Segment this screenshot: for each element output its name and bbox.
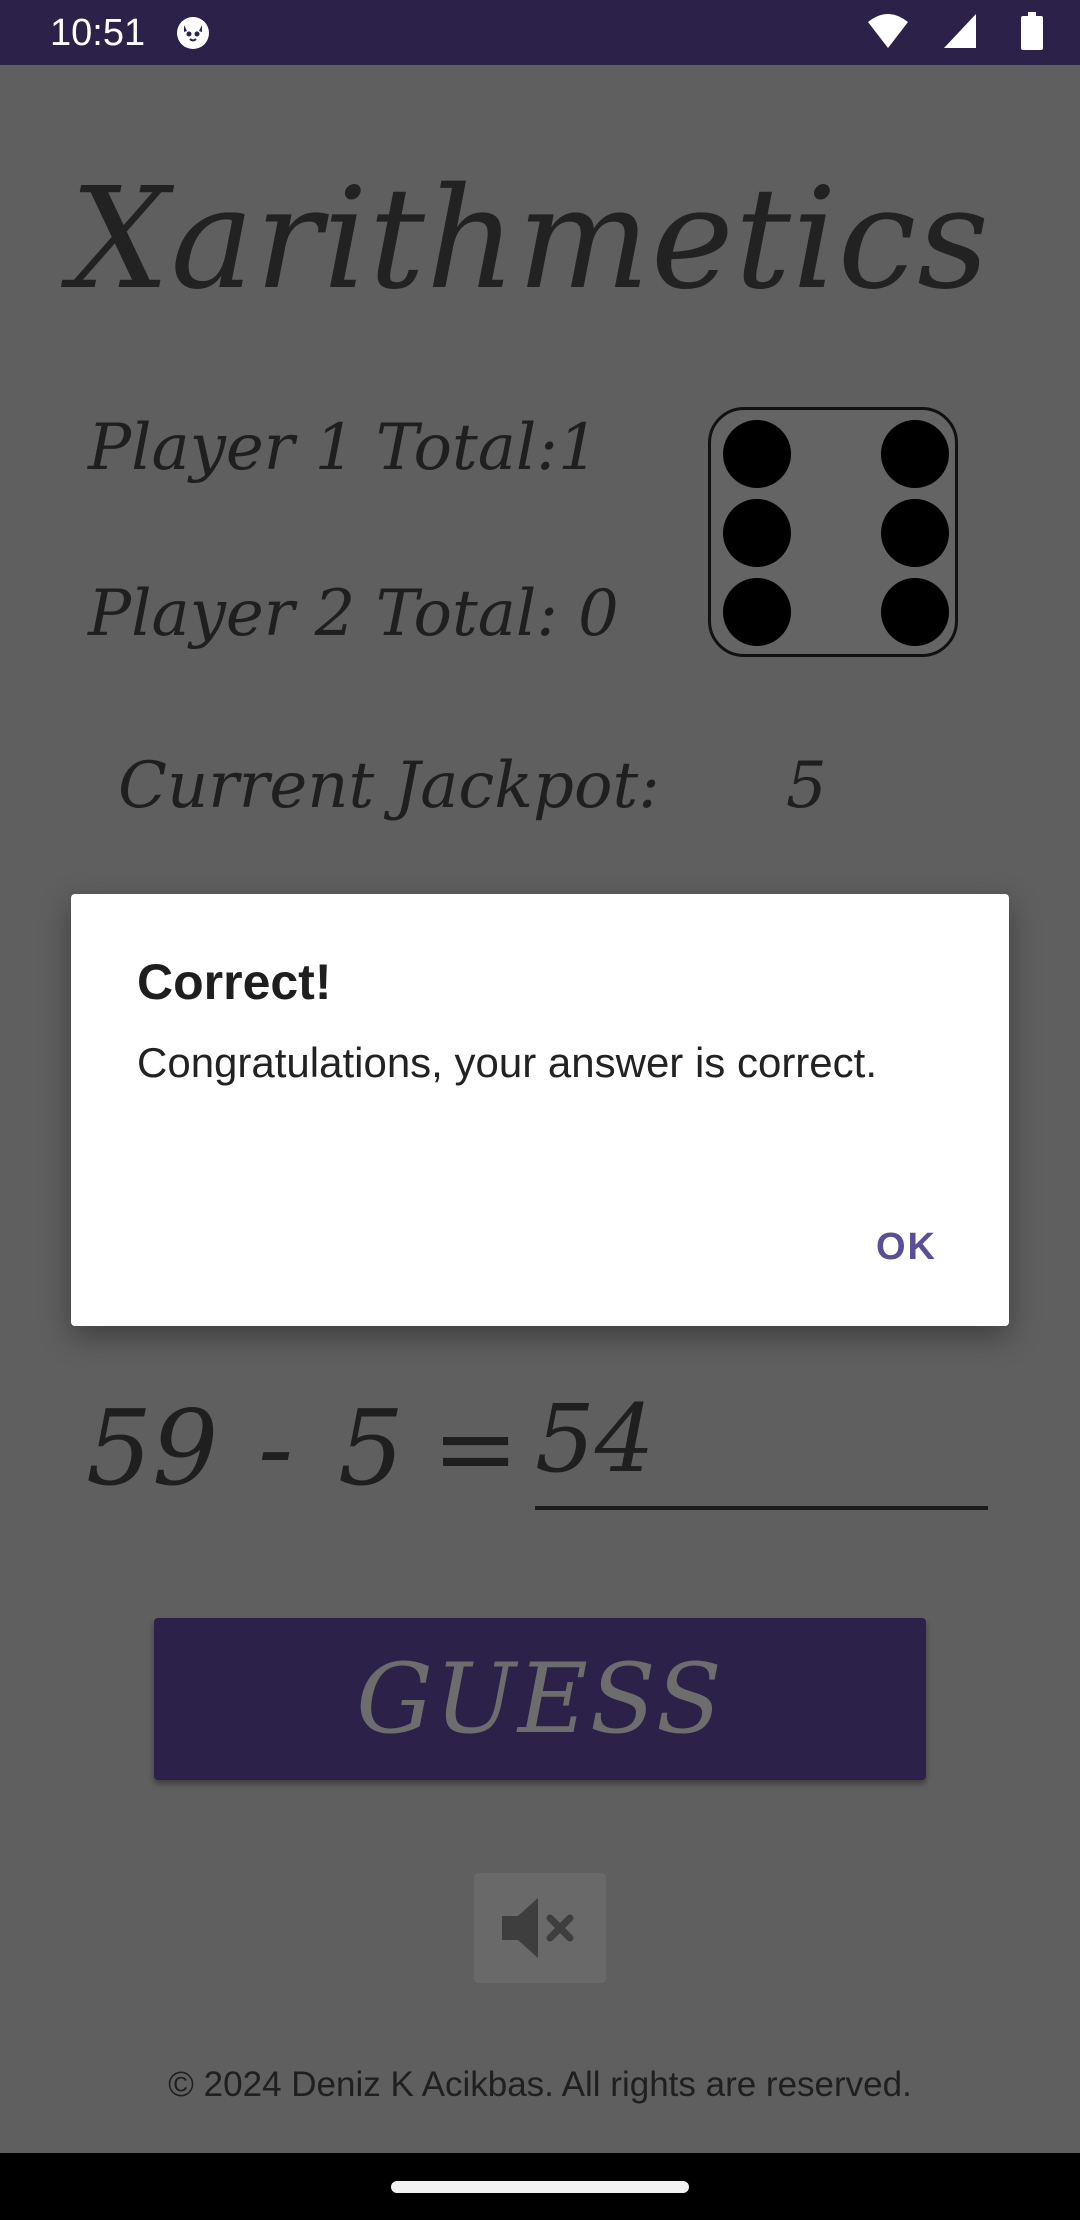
- cellular-signal-icon: [944, 14, 976, 48]
- die-pip: [881, 499, 949, 567]
- current-jackpot-value: 5: [786, 749, 827, 823]
- dialog-title: Correct!: [137, 954, 332, 1010]
- status-bar: 10:51: [0, 0, 1080, 65]
- die-pip: [723, 499, 791, 567]
- die-pip: [881, 578, 949, 646]
- copyright-footer: © 2024 Deniz K Acikbas. All rights are r…: [168, 2065, 912, 2104]
- die-six-icon: [708, 407, 958, 657]
- equation-operator: -: [258, 1387, 294, 1509]
- cat-icon: [177, 17, 209, 49]
- wifi-icon: [868, 14, 908, 48]
- dialog-ok-button[interactable]: OK: [872, 1224, 941, 1270]
- answer-input[interactable]: 54: [535, 1384, 655, 1496]
- equation-left-operand: 59: [86, 1387, 219, 1509]
- current-jackpot-label: Current Jackpot:: [118, 749, 660, 823]
- die-pip: [881, 420, 949, 488]
- player2-total-label: Player 2 Total:: [88, 577, 558, 651]
- correct-answer-dialog: Correct! Congratulations, your answer is…: [71, 894, 1009, 1326]
- battery-icon: [1021, 12, 1043, 50]
- volume-mute-icon: [502, 1898, 574, 1958]
- player1-total-value: 1: [558, 411, 599, 485]
- player2-total-value: 0: [578, 577, 619, 651]
- status-time: 10:51: [50, 12, 146, 54]
- die-pip: [723, 420, 791, 488]
- equation-right-operand: 5: [338, 1387, 405, 1509]
- dialog-message: Congratulations, your answer is correct.: [137, 1039, 877, 1086]
- die-pip: [723, 578, 791, 646]
- app-title: Xarithmetics: [69, 158, 991, 321]
- guess-button-label: GUESS: [356, 1643, 724, 1755]
- mute-button[interactable]: [474, 1873, 606, 1983]
- answer-input-underline: [535, 1506, 988, 1510]
- player1-total-label: Player 1 Total:: [88, 411, 558, 485]
- guess-button[interactable]: GUESS: [154, 1618, 926, 1780]
- equation-equals: =: [432, 1387, 520, 1509]
- navigation-bar: [0, 2153, 1080, 2220]
- home-gesture-handle[interactable]: [391, 2181, 689, 2193]
